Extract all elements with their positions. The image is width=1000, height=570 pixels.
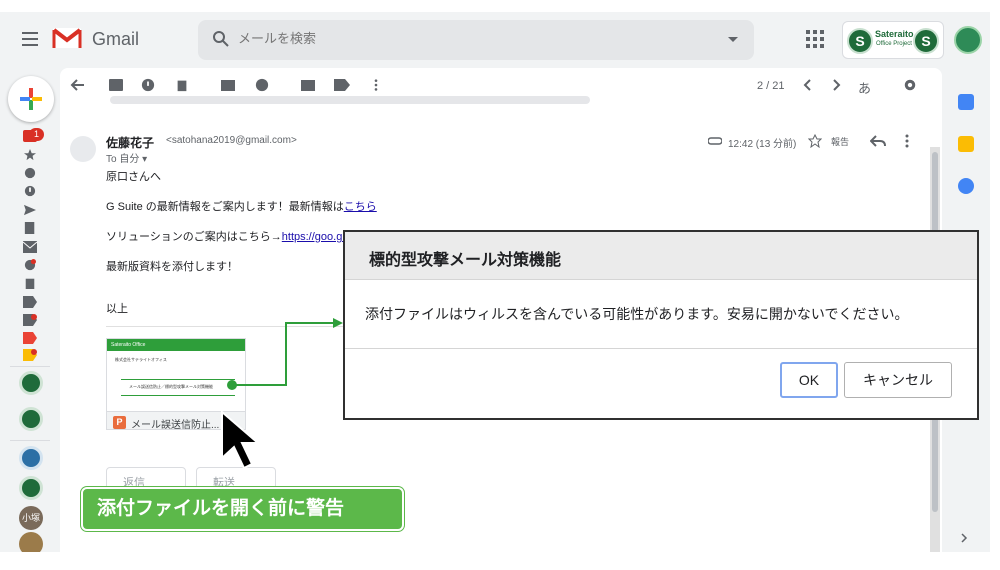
top-bar: Gmail S Sateraito Office Project S — [0, 12, 990, 68]
search-options-icon[interactable] — [728, 37, 738, 42]
contact-avatar[interactable] — [19, 532, 43, 552]
star-outline-icon[interactable] — [808, 134, 822, 148]
body-line: G Suite の最新情報をご案内します！最新情報はこちら — [106, 198, 377, 214]
important-icon[interactable] — [23, 185, 37, 197]
report-link[interactable]: 報告 — [831, 135, 849, 148]
attachment-company: 株式会社サテライトオフィス — [115, 357, 167, 362]
attachment-title: メール誤送信防止／標的型攻撃メール対策機能 — [129, 384, 213, 389]
expand-panel-icon[interactable] — [960, 532, 968, 544]
keep-icon[interactable] — [958, 136, 974, 152]
ok-button[interactable]: OK — [780, 362, 838, 398]
recipient-details[interactable]: To 自分 ▾ — [106, 150, 147, 165]
plus-icon — [20, 88, 42, 110]
sent-icon[interactable] — [23, 204, 37, 216]
chevron-right-icon[interactable] — [828, 78, 844, 92]
warning-callout: 添付ファイルを開く前に警告 — [81, 487, 404, 531]
closing: 以上 — [106, 303, 128, 315]
body-text: G Suite の最新情報をご案内します！最新情報は — [106, 201, 344, 213]
gmail-logo-icon — [52, 28, 82, 48]
more-vert-icon[interactable] — [368, 78, 384, 92]
mail-icon[interactable] — [23, 241, 37, 253]
clock-icon[interactable] — [23, 167, 37, 179]
brand-subtitle: Office Project — [876, 41, 912, 47]
search-input[interactable] — [238, 31, 414, 46]
rail-divider — [10, 440, 50, 441]
drafts-icon[interactable] — [23, 222, 37, 234]
search-icon[interactable] — [212, 30, 230, 48]
powerpoint-icon: P — [113, 416, 126, 429]
sender-name: 佐藤花子 — [106, 136, 155, 150]
label-orange-icon[interactable] — [23, 332, 37, 344]
dialog-message: 添付ファイルはウィルスを含んでいる可能性があります。安易に開かないでください。 — [365, 306, 909, 322]
body-line: ソリューションのご案内はこちら→https://goo.gl/m2 — [106, 228, 363, 244]
move-to-icon[interactable] — [300, 78, 316, 92]
main-menu-icon[interactable] — [22, 32, 38, 46]
brand-logo[interactable]: S Sateraito Office Project S — [842, 21, 944, 59]
greeting: 原口さんへ — [106, 171, 161, 183]
star-icon[interactable] — [23, 149, 37, 161]
spam-icon[interactable] — [23, 259, 37, 271]
trash-icon[interactable] — [23, 277, 37, 289]
labels-icon[interactable] — [334, 78, 350, 92]
dialog-header: 標的型攻撃メール対策機能 — [345, 232, 977, 280]
attachment-rule — [121, 395, 235, 396]
rail-divider — [10, 366, 50, 367]
mark-unread-icon[interactable] — [220, 78, 236, 92]
attachment-header: Sateraito Office — [107, 339, 245, 351]
calendar-icon[interactable] — [958, 94, 974, 110]
chevron-left-icon[interactable] — [800, 78, 816, 92]
label-red-icon[interactable] — [23, 314, 37, 326]
body-text: ソリューションのご案内はこちら→ — [106, 231, 282, 243]
settings-gear-icon[interactable] — [902, 78, 918, 92]
delete-icon[interactable] — [174, 78, 190, 92]
brand-seal-icon: S — [847, 28, 873, 54]
more-vert-icon[interactable] — [902, 134, 912, 148]
warning-dialog: 標的型攻撃メール対策機能 添付ファイルはウィルスを含んでいる可能性があります。安… — [343, 230, 979, 420]
apps-grid-icon[interactable] — [806, 30, 824, 48]
attachment-rule — [121, 379, 235, 380]
dialog-divider — [345, 348, 977, 349]
brand-name: Sateraito — [875, 29, 914, 39]
dialog-title: 標的型攻撃メール対策機能 — [369, 252, 562, 269]
cancel-button[interactable]: キャンセル — [844, 362, 952, 398]
attachment-card[interactable]: Sateraito Office 株式会社サテライトオフィス メール誤送信防止／… — [106, 338, 246, 430]
report-spam-icon[interactable] — [140, 78, 156, 92]
latest-info-link[interactable]: こちら — [344, 201, 377, 213]
compose-button[interactable] — [8, 76, 54, 122]
reply-icon[interactable] — [870, 134, 886, 148]
attachment-footer: P メール誤送信防止... — [107, 411, 245, 430]
contact-avatar[interactable] — [19, 407, 43, 431]
label-icon[interactable] — [23, 296, 37, 308]
archive-icon[interactable] — [108, 78, 124, 92]
label-yellow-icon[interactable] — [23, 349, 37, 361]
tasks-icon[interactable] — [958, 178, 974, 194]
attachment-icon — [708, 137, 722, 145]
contact-avatar[interactable] — [19, 446, 43, 470]
body-line: 最新版資料を添付します！ — [106, 261, 238, 273]
account-avatar[interactable] — [954, 26, 982, 54]
pager-text: 2 / 21 — [757, 80, 785, 92]
message-time: 12:42 (13 分前) — [728, 139, 797, 150]
contact-avatar[interactable] — [19, 371, 43, 395]
attachment-name: メール誤送信防止... — [131, 420, 220, 430]
app-name[interactable]: Gmail — [92, 29, 139, 50]
contact-avatar[interactable] — [19, 476, 43, 500]
search-bar[interactable] — [198, 20, 754, 60]
subject-line-clipped — [110, 96, 590, 104]
inbox-count-badge: 1 — [29, 128, 44, 141]
user-avatar[interactable]: 小塚 — [19, 506, 43, 530]
sender-avatar — [70, 136, 96, 162]
snooze-icon[interactable] — [254, 78, 270, 92]
sender-email: <satohana2019@gmail.com> — [166, 135, 297, 146]
brand-seal-icon: S — [913, 28, 939, 54]
back-arrow-icon[interactable] — [70, 78, 86, 92]
input-tools-button[interactable]: あ — [858, 78, 871, 97]
